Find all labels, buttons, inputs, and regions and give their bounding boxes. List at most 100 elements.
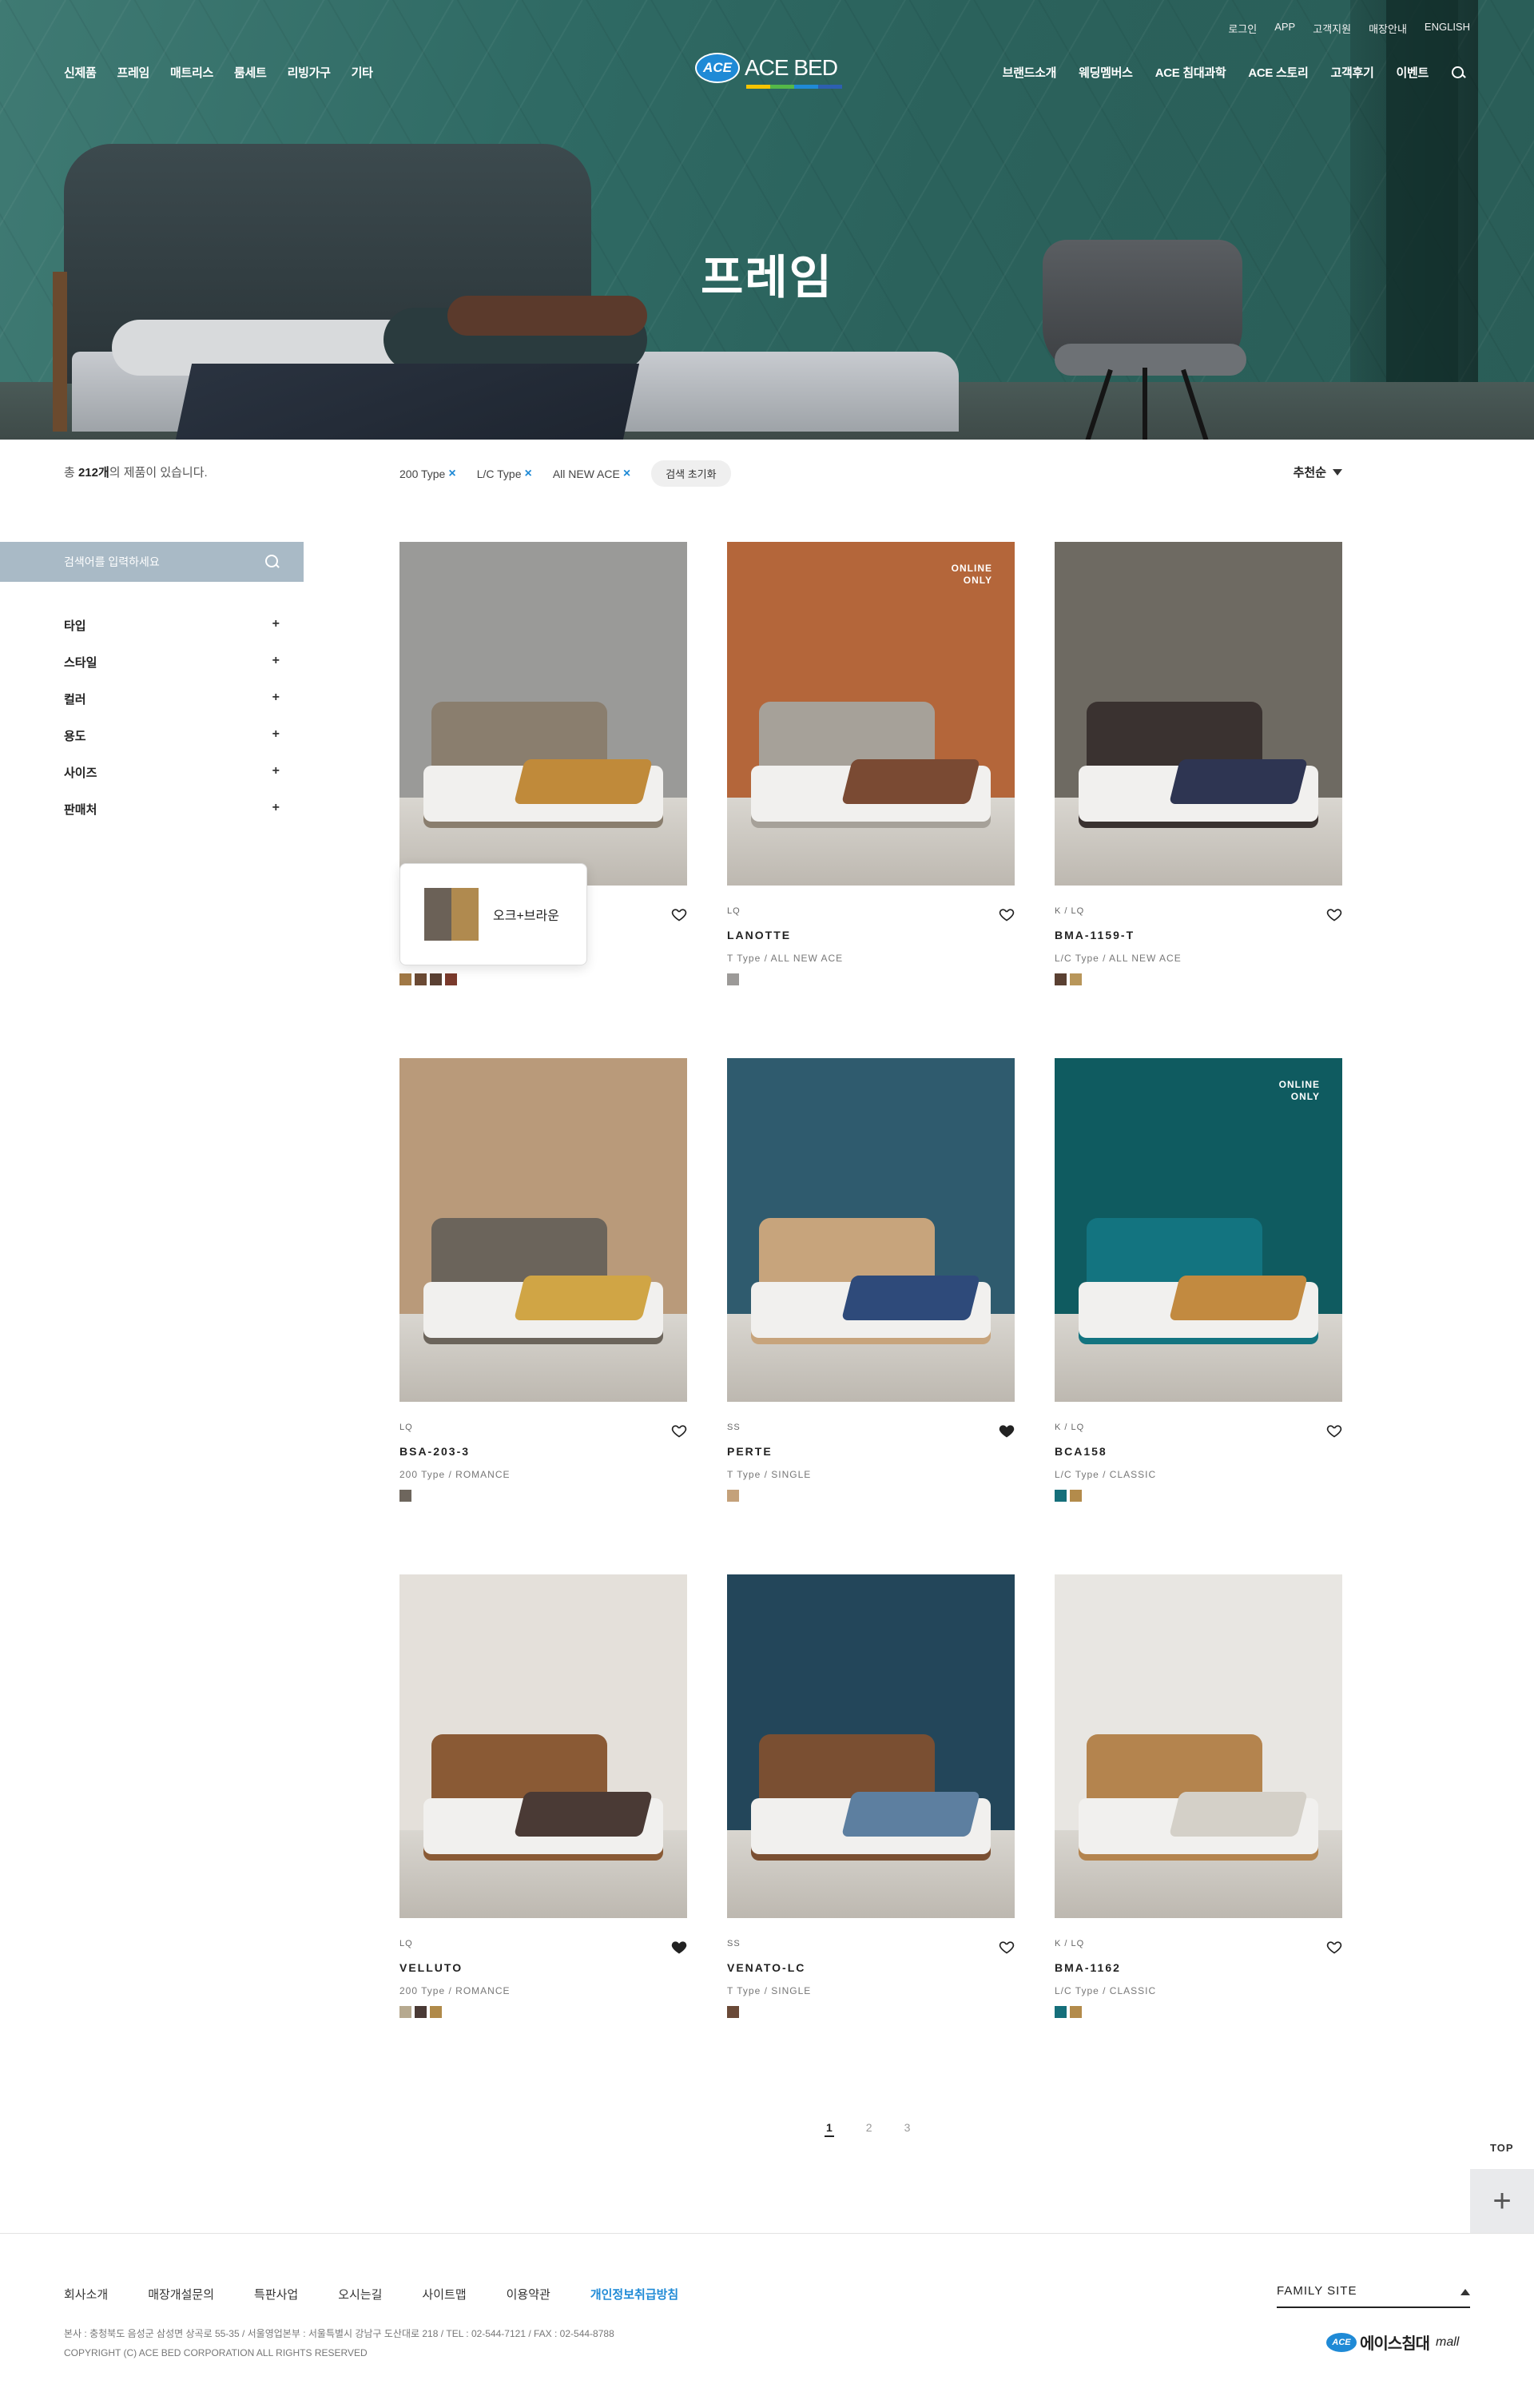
page-link[interactable]: 3 xyxy=(904,2121,911,2137)
utility-link-english[interactable]: ENGLISH xyxy=(1425,21,1470,36)
sidebar-item-size[interactable]: 사이즈 + xyxy=(64,764,280,801)
heart-icon[interactable] xyxy=(671,906,687,922)
product-name[interactable]: VELLUTO xyxy=(399,1961,463,1974)
product-image[interactable] xyxy=(399,1574,687,1918)
color-swatch[interactable] xyxy=(415,2006,427,2018)
nav-item-science[interactable]: ACE 침대과학 xyxy=(1155,64,1226,81)
nav-item-story[interactable]: ACE 스토리 xyxy=(1248,64,1308,81)
footer-link-special-sales[interactable]: 특판사업 xyxy=(254,2286,298,2303)
product-card[interactable]: ONLINE ONLY K / LQ BCA158 L/C Type / CLASSI… xyxy=(1055,1058,1342,1502)
footer-link-sitemap[interactable]: 사이트맵 xyxy=(422,2286,466,2303)
product-image[interactable] xyxy=(1055,542,1342,886)
filter-chip[interactable]: L/C Type × xyxy=(477,467,532,481)
scroll-top-button[interactable]: TOP xyxy=(1490,2142,1514,2154)
product-name[interactable]: BSA-203-3 xyxy=(399,1445,470,1458)
filter-chip[interactable]: 200 Type × xyxy=(399,467,456,481)
sidebar-item-seller[interactable]: 판매처 + xyxy=(64,801,280,838)
search-input[interactable] xyxy=(64,555,256,568)
color-swatch[interactable] xyxy=(1070,973,1082,985)
color-swatch[interactable] xyxy=(399,973,411,985)
search-icon[interactable] xyxy=(1451,66,1465,80)
footer-link-franchise[interactable]: 매장개설문의 xyxy=(148,2286,214,2303)
product-image[interactable] xyxy=(727,1574,1015,1918)
color-swatch[interactable] xyxy=(399,1490,411,1502)
close-icon[interactable]: × xyxy=(448,467,455,481)
color-swatch[interactable] xyxy=(430,2006,442,2018)
nav-item-mattress[interactable]: 매트리스 xyxy=(170,64,213,81)
color-swatch[interactable] xyxy=(727,1490,739,1502)
close-icon[interactable]: × xyxy=(524,467,531,481)
utility-link-login[interactable]: 로그인 xyxy=(1228,21,1257,36)
footer-link-terms[interactable]: 이용약관 xyxy=(507,2286,550,2303)
footer-link-company[interactable]: 회사소개 xyxy=(64,2286,108,2303)
color-swatch[interactable] xyxy=(399,2006,411,2018)
nav-item-roomset[interactable]: 룸세트 xyxy=(234,64,267,81)
heart-icon[interactable] xyxy=(999,1423,1015,1439)
family-site-select[interactable]: FAMILY SITE xyxy=(1277,2284,1470,2308)
nav-item-new[interactable]: 신제품 xyxy=(64,64,97,81)
color-swatch[interactable] xyxy=(727,973,739,985)
color-swatch[interactable] xyxy=(1055,1490,1067,1502)
plus-icon[interactable]: + xyxy=(272,764,280,778)
footer-link-directions[interactable]: 오시는길 xyxy=(338,2286,382,2303)
utility-link-app[interactable]: APP xyxy=(1274,21,1295,36)
color-swatch[interactable] xyxy=(415,973,427,985)
nav-item-etc[interactable]: 기타 xyxy=(352,64,373,81)
sidebar-item-type[interactable]: 타입 + xyxy=(64,617,280,654)
product-card[interactable]: ONLINE ONLY LQ LANOTTE T Type / ALL NEW ACE xyxy=(727,542,1015,985)
search-icon[interactable] xyxy=(265,555,280,569)
product-image[interactable]: ONLINE ONLY xyxy=(1055,1058,1342,1402)
product-card[interactable]: SS VENATO-LC T Type / SINGLE xyxy=(727,1574,1015,2018)
heart-icon[interactable] xyxy=(999,906,1015,922)
color-swatch[interactable] xyxy=(1055,973,1067,985)
plus-icon[interactable]: + xyxy=(272,654,280,668)
nav-item-wedding[interactable]: 웨딩멤버스 xyxy=(1079,64,1133,81)
page-link[interactable]: 1 xyxy=(825,2121,834,2137)
sidebar-item-style[interactable]: 스타일 + xyxy=(64,654,280,691)
product-image[interactable] xyxy=(399,542,687,886)
heart-icon[interactable] xyxy=(999,1939,1015,1955)
product-card[interactable]: LQ BSA-203-3 200 Type / ROMANCE xyxy=(399,1058,687,1502)
product-name[interactable]: BCA158 xyxy=(1055,1445,1107,1458)
footer-link-privacy[interactable]: 개인정보취급방침 xyxy=(590,2286,678,2303)
plus-icon[interactable]: + xyxy=(272,691,280,705)
product-image[interactable] xyxy=(399,1058,687,1402)
color-swatch[interactable] xyxy=(430,973,442,985)
sidebar-item-usage[interactable]: 용도 + xyxy=(64,727,280,764)
product-name[interactable]: PERTE xyxy=(727,1445,773,1458)
sidebar-item-color[interactable]: 컬러 + xyxy=(64,691,280,727)
reset-filters-button[interactable]: 검색 초기화 xyxy=(651,460,731,487)
page-link[interactable]: 2 xyxy=(866,2121,872,2137)
product-name[interactable]: BMA-1159-T xyxy=(1055,929,1135,941)
nav-item-living[interactable]: 리빙가구 xyxy=(288,64,331,81)
heart-icon[interactable] xyxy=(671,1423,687,1439)
product-image[interactable]: ONLINE ONLY xyxy=(727,542,1015,886)
nav-item-frame[interactable]: 프레임 xyxy=(117,64,150,81)
color-swatch[interactable] xyxy=(1070,1490,1082,1502)
color-swatch[interactable] xyxy=(727,2006,739,2018)
product-image[interactable] xyxy=(727,1058,1015,1402)
product-image[interactable] xyxy=(1055,1574,1342,1918)
product-card[interactable]: K / LQ BMA-1159-T L/C Type / ALL NEW ACE xyxy=(1055,542,1342,985)
utility-link-stores[interactable]: 매장안내 xyxy=(1369,21,1407,36)
heart-icon[interactable] xyxy=(1326,906,1342,922)
plus-icon[interactable]: + xyxy=(272,727,280,742)
site-logo[interactable]: ACE ACE BED xyxy=(695,53,842,89)
nav-item-brand[interactable]: 브랜드소개 xyxy=(1003,64,1057,81)
product-name[interactable]: BMA-1162 xyxy=(1055,1961,1121,1974)
utility-link-support[interactable]: 고객지원 xyxy=(1313,21,1351,36)
product-card[interactable]: SS PERTE T Type / SINGLE xyxy=(727,1058,1015,1502)
color-swatch[interactable] xyxy=(1070,2006,1082,2018)
product-card[interactable]: K / LQ BMA-1162 L/C Type / CLASSIC xyxy=(1055,1574,1342,2018)
nav-item-reviews[interactable]: 고객후기 xyxy=(1330,64,1373,81)
heart-icon[interactable] xyxy=(1326,1939,1342,1955)
nav-item-event[interactable]: 이벤트 xyxy=(1396,64,1429,81)
close-icon[interactable]: × xyxy=(623,467,630,481)
product-name[interactable]: LANOTTE xyxy=(727,929,791,941)
color-swatch[interactable] xyxy=(1055,2006,1067,2018)
mall-logo[interactable]: ACE 에이스침대 mall xyxy=(1326,2330,1459,2354)
filter-chip[interactable]: All NEW ACE × xyxy=(553,467,630,481)
heart-icon[interactable] xyxy=(1326,1423,1342,1439)
product-card[interactable]: LQ VELLUTO 200 Type / ROMANCE xyxy=(399,1574,687,2018)
product-name[interactable]: VENATO-LC xyxy=(727,1961,805,1974)
